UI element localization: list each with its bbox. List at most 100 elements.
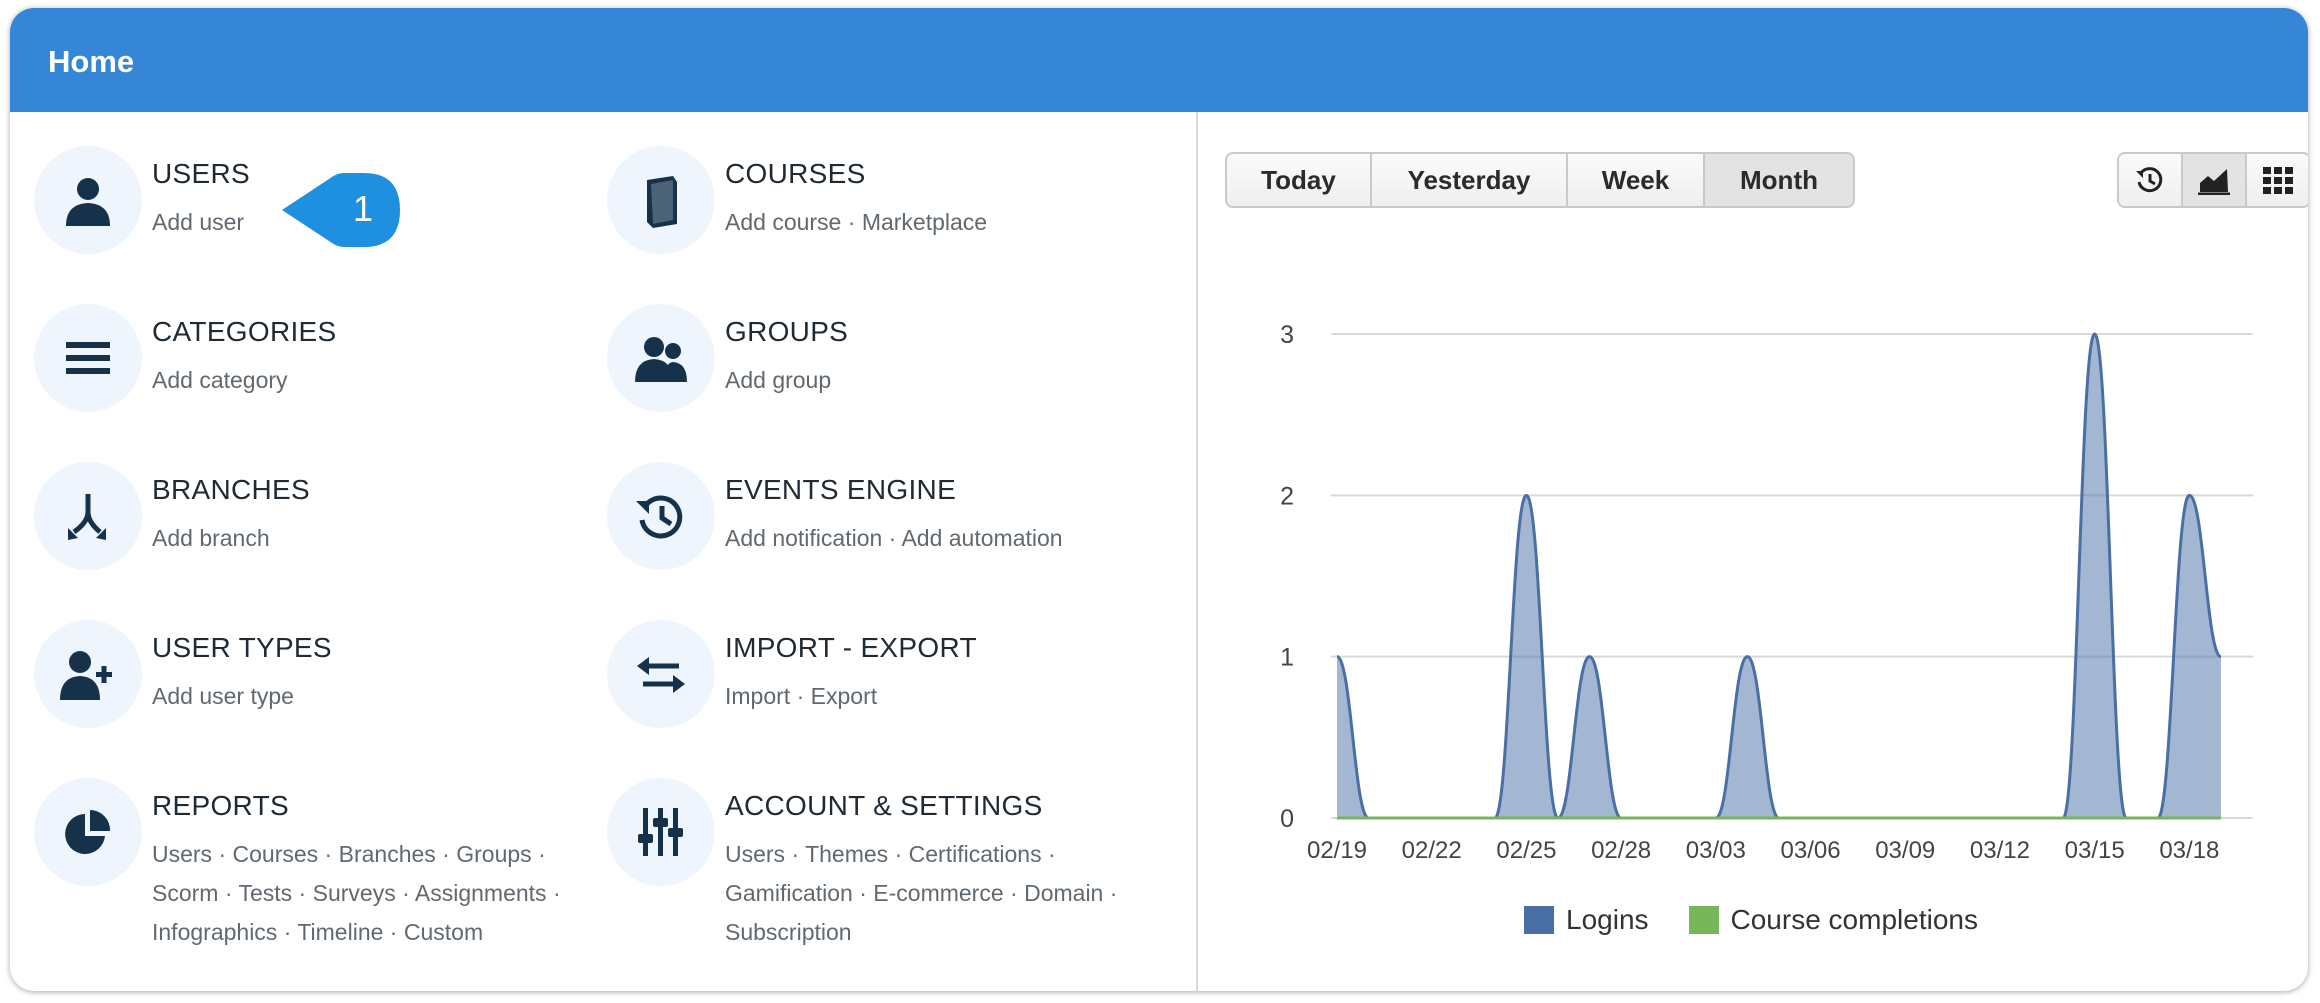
module-icon-circle[interactable] <box>34 778 142 886</box>
link-separator: · <box>318 841 339 867</box>
legend-swatch <box>1688 906 1719 934</box>
module-links-account-settings: Users · Themes · Certifications · Gamifi… <box>725 835 1117 952</box>
module-icon-circle[interactable] <box>34 462 142 570</box>
book-icon <box>647 176 677 228</box>
module-link[interactable]: Domain <box>1024 880 1103 906</box>
list-icon <box>66 342 110 374</box>
history-icon <box>636 495 683 539</box>
module-title-account-settings[interactable]: ACCOUNT & SETTINGS <box>725 790 1043 822</box>
module-link[interactable]: Add branch <box>152 525 270 551</box>
x-tick-label: 02/28 <box>1591 837 1651 864</box>
link-separator: · <box>277 919 298 945</box>
module-title-reports[interactable]: REPORTS <box>152 790 289 822</box>
link-separator: · <box>785 841 806 867</box>
legend-swatch <box>1524 906 1554 934</box>
module-link[interactable]: Gamification <box>725 880 853 906</box>
x-tick-label: 03/03 <box>1686 837 1746 864</box>
module-link[interactable]: Add course <box>725 209 841 235</box>
x-tick-label: 02/25 <box>1496 837 1556 864</box>
module-link[interactable]: Scorm <box>152 880 218 906</box>
module-icon-circle[interactable] <box>607 146 715 254</box>
link-separator: · <box>1103 880 1118 906</box>
link-separator: · <box>395 880 415 906</box>
link-separator: · <box>882 525 902 551</box>
history-icon <box>2136 167 2163 193</box>
range-today-button[interactable]: Today <box>1227 154 1372 206</box>
exchange-icon <box>637 657 685 693</box>
module-link[interactable]: Add category <box>152 367 288 393</box>
module-icon-circle[interactable] <box>607 304 715 412</box>
link-separator: · <box>1041 841 1056 867</box>
module-links-branches: Add branch <box>152 519 270 558</box>
module-link[interactable]: Users <box>152 841 212 867</box>
module-title-events-engine[interactable]: EVENTS ENGINE <box>725 474 956 506</box>
module-title-users[interactable]: USERS <box>152 158 250 190</box>
range-week-button[interactable]: Week <box>1568 154 1705 206</box>
module-icon-circle[interactable] <box>34 304 142 412</box>
callout-number: 1 <box>352 188 374 229</box>
module-link[interactable]: Add user <box>152 209 244 235</box>
module-link[interactable]: Infographics <box>152 919 277 945</box>
module-icon-circle[interactable] <box>607 620 715 728</box>
link-separator: · <box>852 880 874 906</box>
module-link[interactable]: Add notification <box>725 525 882 551</box>
link-separator: · <box>888 841 909 867</box>
view-table-button[interactable] <box>2247 154 2308 206</box>
range-yesterday-button[interactable]: Yesterday <box>1372 154 1568 206</box>
module-link[interactable]: Courses <box>233 841 319 867</box>
link-separator: · <box>212 841 233 867</box>
view-history-button[interactable] <box>2119 154 2183 206</box>
module-link[interactable]: Tests <box>238 880 292 906</box>
y-tick-label: 1 <box>1280 644 1294 672</box>
module-title-branches[interactable]: BRANCHES <box>152 474 310 506</box>
callout-badge <box>282 173 400 247</box>
link-separator: · <box>292 880 313 906</box>
module-link[interactable]: Themes <box>805 841 888 867</box>
module-links-groups: Add group <box>725 361 831 400</box>
module-link[interactable]: Export <box>811 683 877 709</box>
module-title-groups[interactable]: GROUPS <box>725 316 848 348</box>
y-tick-label: 2 <box>1280 482 1294 510</box>
link-separator: · <box>218 880 239 906</box>
module-link[interactable]: Marketplace <box>862 209 987 235</box>
module-title-courses[interactable]: COURSES <box>725 158 866 190</box>
module-icon-circle[interactable] <box>607 462 715 570</box>
y-tick-label: 3 <box>1280 321 1294 349</box>
view-chart-button[interactable] <box>2183 154 2247 206</box>
legend-label: Logins <box>1566 904 1649 935</box>
view-selector <box>2117 152 2308 208</box>
series-area-0 <box>1337 334 2221 818</box>
module-links-reports: Users · Courses · Branches · Groups · Sc… <box>152 835 561 952</box>
range-month-button[interactable]: Month <box>1705 154 1853 206</box>
chart-legend: Logins Course completions <box>1524 904 2018 936</box>
module-icon-circle[interactable] <box>607 778 715 886</box>
module-link[interactable]: Add user type <box>152 683 294 709</box>
module-link[interactable]: Subscription <box>725 919 852 945</box>
legend-item[interactable]: Course completions <box>1688 904 1978 936</box>
range-selector: Today Yesterday Week Month <box>1225 152 1855 208</box>
module-links-user-types: Add user type <box>152 677 294 716</box>
module-link[interactable]: Add group <box>725 367 831 393</box>
module-link[interactable]: E-commerce <box>873 880 1003 906</box>
link-separator: · <box>383 919 404 945</box>
legend-item[interactable]: Logins <box>1524 904 1649 936</box>
module-link[interactable]: Add automation <box>901 525 1062 551</box>
module-icon-circle[interactable] <box>34 620 142 728</box>
module-link[interactable]: Assignments <box>415 880 547 906</box>
module-link[interactable]: Timeline <box>297 919 383 945</box>
user-plus-icon <box>60 651 112 700</box>
module-link[interactable]: Custom <box>404 919 483 945</box>
module-links-users: Add user <box>152 203 244 242</box>
module-icon-circle[interactable] <box>34 146 142 254</box>
module-link[interactable]: Certifications <box>909 841 1042 867</box>
module-link[interactable]: Groups <box>456 841 531 867</box>
module-title-user-types[interactable]: USER TYPES <box>152 632 332 664</box>
link-separator: · <box>790 683 811 709</box>
module-link[interactable]: Users <box>725 841 785 867</box>
module-title-categories[interactable]: CATEGORIES <box>152 316 337 348</box>
module-link[interactable]: Branches <box>339 841 436 867</box>
module-link[interactable]: Surveys <box>313 880 396 906</box>
module-link[interactable]: Import <box>725 683 790 709</box>
x-tick-label: 03/18 <box>2159 837 2219 864</box>
module-title-import-export[interactable]: IMPORT - EXPORT <box>725 632 977 664</box>
